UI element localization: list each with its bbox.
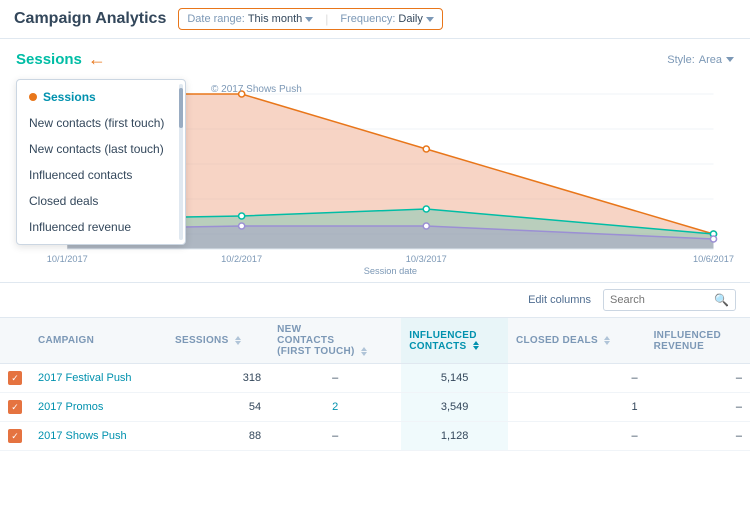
new-contacts-sort-icon[interactable] xyxy=(361,347,367,356)
td-closed-deals: – xyxy=(508,422,646,451)
dropdown-scrollbar[interactable] xyxy=(179,84,183,240)
campaign-checkbox[interactable] xyxy=(8,429,22,443)
dropdown-item-influenced-revenue[interactable]: Influenced revenue xyxy=(17,214,185,240)
campaign-name-link[interactable]: 2017 Shows Push xyxy=(38,430,127,442)
th-influenced-revenue: INFLUENCEDREVENUE xyxy=(646,318,750,364)
closed-deals-sort-icon[interactable] xyxy=(604,336,610,345)
th-influenced-contacts: INFLUENCEDCONTACTS xyxy=(401,318,508,364)
style-chevron-icon xyxy=(726,57,734,62)
table-toolbar: Edit columns 🔍 xyxy=(0,283,750,318)
chart-section: Sessions ← Style: Area Sessions New cont… xyxy=(0,39,750,283)
td-campaign-name: 2017 Promos xyxy=(30,393,167,422)
campaign-checkbox[interactable] xyxy=(8,400,22,414)
style-value: Area xyxy=(699,54,722,66)
edit-columns-button[interactable]: Edit columns xyxy=(524,292,595,308)
td-influenced-contacts: 1,128 xyxy=(401,422,508,451)
style-selector[interactable]: Style: Area xyxy=(667,54,734,66)
svg-text:Session date: Session date xyxy=(364,266,417,274)
td-sessions: 318 xyxy=(167,364,269,393)
dropdown-item-label: New contacts (first touch) xyxy=(29,116,164,130)
dropdown-item-new-contacts-first[interactable]: New contacts (first touch) xyxy=(17,110,185,136)
td-closed-deals: – xyxy=(508,364,646,393)
table-header: CAMPAIGN SESSIONS NEWCONTACTS(FIRST TOUC… xyxy=(0,318,750,364)
filter-bar: Date range: This month | Frequency: Dail… xyxy=(178,8,443,30)
dropdown-item-influenced-contacts[interactable]: Influenced contacts xyxy=(17,162,185,188)
td-campaign-name: 2017 Festival Push xyxy=(30,364,167,393)
table-section: Edit columns 🔍 CAMPAIGN SESSIONS xyxy=(0,283,750,516)
frequency-filter[interactable]: Frequency: Daily xyxy=(340,13,433,25)
dropdown-item-label: New contacts (last touch) xyxy=(29,142,164,156)
td-influenced-revenue: – xyxy=(646,393,750,422)
table-row: 2017 Festival Push 318 – 5,145 – – xyxy=(0,364,750,393)
td-new-contacts-first: 2 xyxy=(269,393,401,422)
chart-title-area: Sessions ← xyxy=(16,49,106,70)
th-checkbox xyxy=(0,318,30,364)
td-new-contacts-first: – xyxy=(269,422,401,451)
chart-title: Sessions xyxy=(16,51,82,68)
influenced-contacts-sort-icon[interactable] xyxy=(473,341,479,350)
td-influenced-contacts: 3,549 xyxy=(401,393,508,422)
search-box: 🔍 xyxy=(603,289,736,311)
frequency-chevron-icon xyxy=(426,17,434,22)
dropdown-item-label: Sessions xyxy=(43,90,96,104)
table-body: 2017 Festival Push 318 – 5,145 – – xyxy=(0,364,750,451)
page-title: Campaign Analytics xyxy=(14,10,166,28)
scrollbar-thumb xyxy=(179,88,183,128)
dropdown-item-label: Closed deals xyxy=(29,194,98,208)
campaign-name-link[interactable]: 2017 Promos xyxy=(38,401,103,413)
frequency-label: Frequency: xyxy=(340,13,395,25)
page-wrapper: Campaign Analytics Date range: This mont… xyxy=(0,0,750,516)
main-content: Sessions ← Style: Area Sessions New cont… xyxy=(0,39,750,516)
dot-icon xyxy=(29,93,37,101)
campaign-label: © 2017 Shows Push xyxy=(211,84,302,95)
date-range-chevron-icon xyxy=(305,17,313,22)
td-closed-deals: 1 xyxy=(508,393,646,422)
dropdown-item-label: Influenced revenue xyxy=(29,220,131,234)
th-sessions: SESSIONS xyxy=(167,318,269,364)
td-checkbox xyxy=(0,393,30,422)
header: Campaign Analytics Date range: This mont… xyxy=(0,0,750,39)
svg-text:10/6/2017: 10/6/2017 xyxy=(693,254,734,264)
search-input[interactable] xyxy=(610,294,710,306)
date-range-label: Date range: xyxy=(187,13,244,25)
date-range-filter[interactable]: Date range: This month xyxy=(187,13,313,25)
td-influenced-revenue: – xyxy=(646,364,750,393)
chart-header: Sessions ← Style: Area xyxy=(16,49,734,70)
campaign-name-link[interactable]: 2017 Festival Push xyxy=(38,372,132,384)
arrow-left-icon: ← xyxy=(88,49,106,70)
data-table: CAMPAIGN SESSIONS NEWCONTACTS(FIRST TOUC… xyxy=(0,318,750,451)
date-range-value: This month xyxy=(248,13,302,25)
dropdown-item-closed-deals[interactable]: Closed deals xyxy=(17,188,185,214)
campaign-checkbox[interactable] xyxy=(8,371,22,385)
frequency-value: Daily xyxy=(398,13,422,25)
dropdown-item-sessions[interactable]: Sessions xyxy=(17,84,185,110)
td-campaign-name: 2017 Shows Push xyxy=(30,422,167,451)
td-checkbox xyxy=(0,422,30,451)
svg-text:10/1/2017: 10/1/2017 xyxy=(47,254,88,264)
search-icon: 🔍 xyxy=(714,293,729,307)
td-influenced-contacts: 5,145 xyxy=(401,364,508,393)
table-row: 2017 Promos 54 2 3,549 1 – xyxy=(0,393,750,422)
style-label: Style: xyxy=(667,54,695,66)
dropdown-item-new-contacts-last[interactable]: New contacts (last touch) xyxy=(17,136,185,162)
svg-text:10/3/2017: 10/3/2017 xyxy=(406,254,447,264)
th-closed-deals: CLOSED DEALS xyxy=(508,318,646,364)
th-campaign: CAMPAIGN xyxy=(30,318,167,364)
th-new-contacts-first: NEWCONTACTS(FIRST TOUCH) xyxy=(269,318,401,364)
td-influenced-revenue: – xyxy=(646,422,750,451)
dropdown-item-label: Influenced contacts xyxy=(29,168,132,182)
sessions-sort-icon[interactable] xyxy=(235,336,241,345)
td-new-contacts-first: – xyxy=(269,364,401,393)
td-sessions: 54 xyxy=(167,393,269,422)
metric-dropdown[interactable]: Sessions New contacts (first touch) New … xyxy=(16,79,186,245)
svg-text:10/2/2017: 10/2/2017 xyxy=(221,254,262,264)
td-sessions: 88 xyxy=(167,422,269,451)
table-row: 2017 Shows Push 88 – 1,128 – – xyxy=(0,422,750,451)
td-checkbox xyxy=(0,364,30,393)
